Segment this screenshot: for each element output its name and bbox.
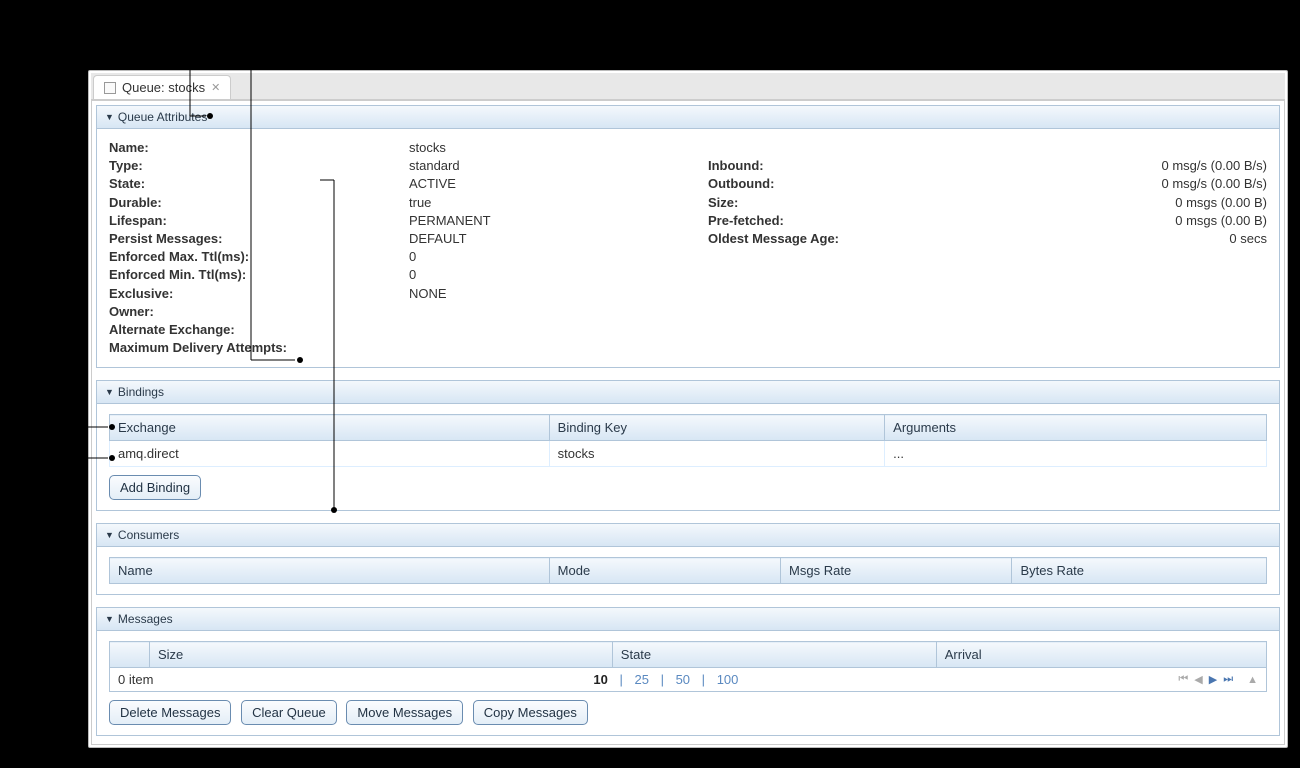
attr-value: ACTIVE bbox=[409, 175, 456, 193]
attr-label: Owner: bbox=[109, 303, 409, 321]
page-size-selector: 10 | 25 | 50 | 100 bbox=[153, 672, 1178, 687]
attr-value: 0 msgs (0.00 B) bbox=[1008, 194, 1267, 212]
attr-value: 0 msg/s (0.00 B/s) bbox=[1008, 157, 1267, 175]
attr-value: 0 bbox=[409, 266, 416, 284]
attr-value: 0 msgs (0.00 B) bbox=[1008, 212, 1267, 230]
pager: ⏮ ◀ ▶ ⏭ ▲ bbox=[1178, 673, 1258, 686]
panel-title: Consumers bbox=[118, 528, 179, 542]
col-binding-key[interactable]: Binding Key bbox=[549, 415, 885, 441]
panel-title: Bindings bbox=[118, 385, 164, 399]
attr-value: NONE bbox=[409, 285, 447, 303]
pager-first-icon[interactable]: ⏮ bbox=[1178, 673, 1188, 686]
attr-label: Oldest Message Age: bbox=[708, 230, 1008, 248]
panel-messages: ▼ Messages Size State Arrival 0 item bbox=[96, 607, 1280, 736]
pager-next-icon[interactable]: ▶ bbox=[1209, 673, 1217, 686]
messages-toolbar: 0 item 10 | 25 | 50 | 100 ⏮ ◀ ▶ ⏭ bbox=[109, 668, 1267, 692]
consumers-table: Name Mode Msgs Rate Bytes Rate bbox=[109, 557, 1267, 584]
attr-label: Exclusive: bbox=[109, 285, 409, 303]
attr-label: Size: bbox=[708, 194, 1008, 212]
chevron-down-icon: ▼ bbox=[105, 530, 114, 540]
chevron-down-icon: ▼ bbox=[105, 112, 114, 122]
attr-value: DEFAULT bbox=[409, 230, 467, 248]
cell-binding-key: stocks bbox=[549, 441, 885, 467]
queue-icon bbox=[104, 82, 116, 94]
col-mode[interactable]: Mode bbox=[549, 558, 780, 584]
attr-label: Lifespan: bbox=[109, 212, 409, 230]
attr-label: Pre-fetched: bbox=[708, 212, 1008, 230]
attributes-left-column: Name:stocks Type:standard State:ACTIVE D… bbox=[109, 139, 668, 357]
attr-value: standard bbox=[409, 157, 460, 175]
delete-messages-button[interactable]: Delete Messages bbox=[109, 700, 231, 725]
attr-value: true bbox=[409, 194, 431, 212]
panel-bindings: ▼ Bindings Exchange Binding Key Argument… bbox=[96, 380, 1280, 511]
attr-value: 0 bbox=[409, 248, 416, 266]
messages-table: Size State Arrival bbox=[109, 641, 1267, 668]
attr-label: Enforced Min. Ttl(ms): bbox=[109, 266, 409, 284]
attr-label: Outbound: bbox=[708, 175, 1008, 193]
tab-bar: Queue: stocks ✕ bbox=[91, 73, 1285, 100]
page-size-100[interactable]: 100 bbox=[713, 672, 743, 687]
col-bytes-rate[interactable]: Bytes Rate bbox=[1012, 558, 1267, 584]
chevron-down-icon: ▼ bbox=[105, 614, 114, 624]
panel-header-attributes[interactable]: ▼ Queue Attributes bbox=[97, 106, 1279, 129]
panel-title: Queue Attributes bbox=[118, 110, 207, 124]
page-size-25[interactable]: 25 bbox=[630, 672, 652, 687]
attr-label: Inbound: bbox=[708, 157, 1008, 175]
tab-title: Queue: stocks bbox=[122, 80, 205, 95]
col-expand[interactable] bbox=[110, 642, 150, 668]
col-exchange[interactable]: Exchange bbox=[110, 415, 550, 441]
tab-queue-stocks[interactable]: Queue: stocks ✕ bbox=[93, 75, 231, 99]
tab-content: ▼ Queue Attributes Name:stocks Type:stan… bbox=[91, 100, 1285, 745]
clear-queue-button[interactable]: Clear Queue bbox=[241, 700, 337, 725]
attr-label: Durable: bbox=[109, 194, 409, 212]
item-count: 0 item bbox=[118, 672, 153, 687]
attr-label: Name: bbox=[109, 139, 409, 157]
attributes-right-column: Inbound:0 msg/s (0.00 B/s) Outbound:0 ms… bbox=[708, 139, 1267, 357]
pager-prev-icon[interactable]: ◀ bbox=[1194, 673, 1202, 686]
attr-label: Alternate Exchange: bbox=[109, 321, 409, 339]
panel-consumers: ▼ Consumers Name Mode Msgs Rate Bytes Ra… bbox=[96, 523, 1280, 595]
chevron-down-icon: ▼ bbox=[105, 387, 114, 397]
attr-label: State: bbox=[109, 175, 409, 193]
pager-top-icon[interactable]: ▲ bbox=[1247, 674, 1258, 686]
queue-detail-window: Queue: stocks ✕ ▼ Queue Attributes Name:… bbox=[88, 70, 1288, 748]
attr-label: Enforced Max. Ttl(ms): bbox=[109, 248, 409, 266]
panel-title: Messages bbox=[118, 612, 173, 626]
col-arguments[interactable]: Arguments bbox=[885, 415, 1267, 441]
col-size[interactable]: Size bbox=[150, 642, 613, 668]
close-icon[interactable]: ✕ bbox=[211, 81, 220, 94]
bindings-table: Exchange Binding Key Arguments amq.direc… bbox=[109, 414, 1267, 467]
col-msgs-rate[interactable]: Msgs Rate bbox=[781, 558, 1012, 584]
panel-header-consumers[interactable]: ▼ Consumers bbox=[97, 524, 1279, 547]
attr-label: Type: bbox=[109, 157, 409, 175]
cell-exchange: amq.direct bbox=[110, 441, 550, 467]
attr-value: 0 msg/s (0.00 B/s) bbox=[1008, 175, 1267, 193]
col-arrival[interactable]: Arrival bbox=[936, 642, 1266, 668]
copy-messages-button[interactable]: Copy Messages bbox=[473, 700, 588, 725]
pager-last-icon[interactable]: ⏭ bbox=[1223, 673, 1233, 686]
col-state[interactable]: State bbox=[612, 642, 936, 668]
panel-header-messages[interactable]: ▼ Messages bbox=[97, 608, 1279, 631]
panel-header-bindings[interactable]: ▼ Bindings bbox=[97, 381, 1279, 404]
cell-arguments: ... bbox=[885, 441, 1267, 467]
attr-label: Persist Messages: bbox=[109, 230, 409, 248]
page-size-10[interactable]: 10 bbox=[589, 672, 611, 687]
page-size-50[interactable]: 50 bbox=[672, 672, 694, 687]
table-row[interactable]: amq.direct stocks ... bbox=[110, 441, 1267, 467]
add-binding-button[interactable]: Add Binding bbox=[109, 475, 201, 500]
attr-value: PERMANENT bbox=[409, 212, 491, 230]
attr-label: Maximum Delivery Attempts: bbox=[109, 339, 409, 357]
attr-value: stocks bbox=[409, 139, 446, 157]
col-name[interactable]: Name bbox=[110, 558, 550, 584]
move-messages-button[interactable]: Move Messages bbox=[346, 700, 463, 725]
panel-queue-attributes: ▼ Queue Attributes Name:stocks Type:stan… bbox=[96, 105, 1280, 368]
attr-value: 0 secs bbox=[1008, 230, 1267, 248]
